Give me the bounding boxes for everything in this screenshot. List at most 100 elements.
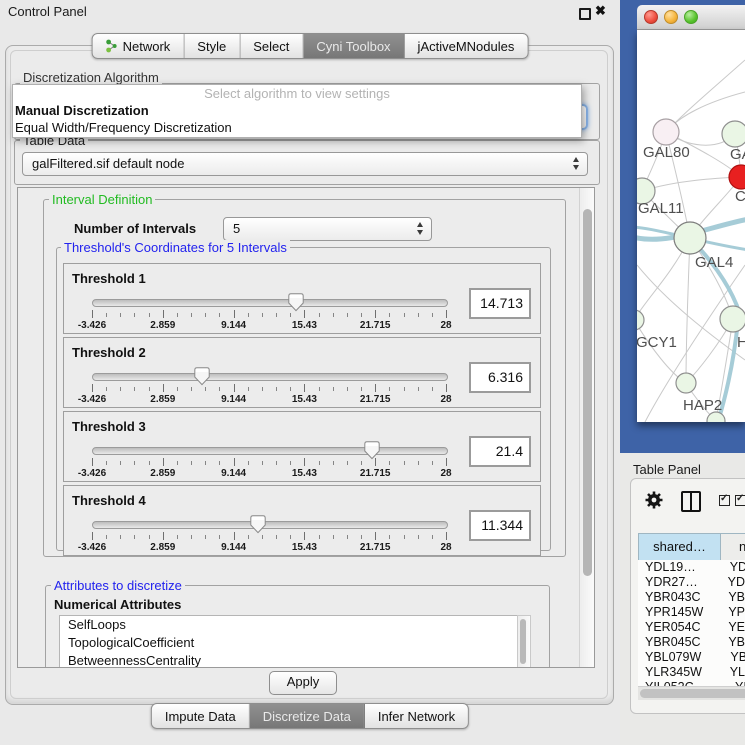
network-canvas[interactable]: GAL80GACGAL11GAL4GCY1HHAP2: [637, 30, 745, 422]
tab-style[interactable]: Style: [184, 34, 240, 58]
network-node[interactable]: [674, 222, 706, 254]
settings-vertical-scrollbar[interactable]: [579, 188, 595, 667]
number-of-intervals-label: Number of Intervals: [74, 221, 196, 236]
table-horizontal-scrollbar[interactable]: [638, 686, 745, 700]
combo-arrows-icon: [416, 221, 425, 236]
slider-track[interactable]: [92, 373, 448, 381]
threshold-value-box[interactable]: 6.316: [469, 362, 531, 393]
attribute-list-item[interactable]: SelfLoops: [60, 616, 517, 634]
attribute-list-item[interactable]: TopologicalCoefficient: [60, 634, 517, 652]
column-header-name[interactable]: na: [721, 534, 745, 560]
network-node-label: H: [737, 334, 745, 351]
table-row[interactable]: YPR145WYPR1: [638, 605, 745, 620]
tab-jactivemnodules[interactable]: jActiveMNodules: [405, 34, 528, 58]
bottom-tab-bar: Impute Data Discretize Data Infer Networ…: [151, 703, 469, 729]
tab-impute-data[interactable]: Impute Data: [152, 704, 250, 728]
algorithm-dropdown-popup: Select algorithm to view settings Manual…: [12, 84, 582, 138]
tab-discretize-data[interactable]: Discretize Data: [250, 704, 365, 728]
slider-tick-labels: -3.4262.8599.14415.4321.71528: [92, 542, 447, 554]
tab-network-label: Network: [123, 39, 171, 54]
scrollbar-thumb[interactable]: [640, 689, 745, 698]
network-node[interactable]: [653, 119, 679, 145]
table-panel: Table Panel shared… na YDL19…YDL1YDR27…Y…: [620, 453, 745, 745]
network-node-label: C: [735, 188, 745, 205]
slider-track[interactable]: [92, 521, 448, 529]
dropdown-item-manual-discretization[interactable]: Manual Discretization: [13, 102, 581, 119]
zoom-traffic-light-icon[interactable]: [684, 10, 698, 24]
top-tab-bar: Network Style Select Cyni Toolbox jActiv…: [92, 33, 529, 59]
slider-track[interactable]: [92, 447, 448, 455]
threshold-slider[interactable]: -3.4262.8599.14415.4321.71528: [92, 293, 448, 333]
network-window-titlebar[interactable]: [637, 5, 745, 30]
threshold-panels: Threshold 1 -3.4262.8599.14415.4321.7152…: [63, 263, 542, 559]
table-row[interactable]: YDR27…YDR2: [638, 575, 745, 590]
network-node-label: GA: [730, 146, 745, 163]
attributes-list-scrollbar[interactable]: [517, 615, 531, 668]
column-layout-icon[interactable]: [681, 491, 701, 512]
table-panel-title: Table Panel: [633, 462, 701, 477]
threshold-label: Threshold 4: [72, 493, 146, 508]
desktop-background: GAL80GACGAL11GAL4GCY1HHAP2: [620, 0, 745, 453]
threshold-slider[interactable]: -3.4262.8599.14415.4321.71528: [92, 441, 448, 481]
threshold-slider[interactable]: -3.4262.8599.14415.4321.71528: [92, 515, 448, 555]
close-icon[interactable]: ✖: [595, 3, 606, 19]
slider-track[interactable]: [92, 299, 448, 307]
network-node[interactable]: [637, 310, 644, 330]
threshold-panel: Threshold 4 -3.4262.8599.14415.4321.7152…: [63, 485, 541, 556]
network-icon: [106, 39, 118, 53]
tab-network[interactable]: Network: [93, 34, 185, 58]
number-of-intervals-combobox[interactable]: 5: [223, 217, 432, 241]
threshold-panel: Threshold 2 -3.4262.8599.14415.4321.7152…: [63, 337, 541, 408]
network-node[interactable]: [720, 306, 745, 332]
thresholds-group-title: Threshold's Coordinates for 5 Intervals: [61, 240, 290, 255]
table-container: shared… na YDL19…YDL1YDR27…YDR2YBR043CYB…: [630, 478, 745, 714]
attribute-list-item[interactable]: BetweennessCentrality: [60, 652, 517, 668]
network-node[interactable]: [729, 165, 745, 189]
numerical-attributes-list[interactable]: SelfLoopsTopologicalCoefficientBetweenne…: [59, 615, 518, 668]
checkbox-icon[interactable]: [735, 495, 745, 506]
table-row[interactable]: YBR045CYBR0: [638, 635, 745, 650]
attributes-group-title: Attributes to discretize: [51, 578, 185, 593]
network-node[interactable]: [676, 373, 696, 393]
threshold-slider[interactable]: -3.4262.8599.14415.4321.71528: [92, 367, 448, 407]
network-node[interactable]: [722, 121, 745, 147]
slider-ticks: [92, 310, 447, 319]
apply-button[interactable]: Apply: [269, 671, 337, 695]
tab-cyni-toolbox[interactable]: Cyni Toolbox: [303, 34, 404, 58]
gear-icon[interactable]: [644, 490, 664, 510]
threshold-value-box[interactable]: 14.713: [469, 288, 531, 319]
close-traffic-light-icon[interactable]: [644, 10, 658, 24]
checkbox-icon[interactable]: [719, 495, 730, 506]
dropdown-hint: Select algorithm to view settings: [13, 85, 581, 102]
table-data-combobox-value: galFiltered.sif default node: [32, 156, 184, 171]
slider-thumb-icon[interactable]: [250, 515, 266, 534]
tab-infer-network[interactable]: Infer Network: [365, 704, 468, 728]
threshold-value-box[interactable]: 11.344: [469, 510, 531, 541]
network-node-label: GCY1: [637, 334, 677, 351]
table-data-combobox[interactable]: galFiltered.sif default node: [22, 152, 588, 176]
threshold-value-box[interactable]: 21.4: [469, 436, 531, 467]
app-root: Control Panel ✖ Network Style: [0, 0, 745, 745]
dropdown-item-equal-width-frequency[interactable]: Equal Width/Frequency Discretization: [13, 119, 581, 136]
threshold-label: Threshold 3: [72, 419, 146, 434]
table-row[interactable]: YER054CYER0: [638, 620, 745, 635]
float-panel-icon[interactable]: [579, 8, 591, 20]
table-row[interactable]: YBL079WYBL0: [638, 650, 745, 665]
panel-title: Control Panel: [8, 4, 87, 19]
column-header-shared-name[interactable]: shared…: [638, 534, 721, 560]
threshold-label: Threshold 1: [72, 271, 146, 286]
threshold-panel: Threshold 3 -3.4262.8599.14415.4321.7152…: [63, 411, 541, 482]
minimize-traffic-light-icon[interactable]: [664, 10, 678, 24]
numerical-attributes-label: Numerical Attributes: [54, 597, 181, 612]
slider-thumb-icon[interactable]: [364, 441, 380, 460]
scrollbar-thumb[interactable]: [583, 209, 592, 576]
table-row[interactable]: YDL19…YDL1: [638, 560, 745, 575]
table-row[interactable]: YBR043CYBR0: [638, 590, 745, 605]
slider-thumb-icon[interactable]: [288, 293, 304, 312]
network-view-window: GAL80GACGAL11GAL4GCY1HHAP2: [637, 5, 745, 422]
slider-thumb-icon[interactable]: [194, 367, 210, 386]
table-row[interactable]: YLR345WYLR3: [638, 665, 745, 680]
tab-select[interactable]: Select: [240, 34, 303, 58]
slider-ticks: [92, 384, 447, 393]
network-node-label: GAL80: [643, 144, 690, 161]
